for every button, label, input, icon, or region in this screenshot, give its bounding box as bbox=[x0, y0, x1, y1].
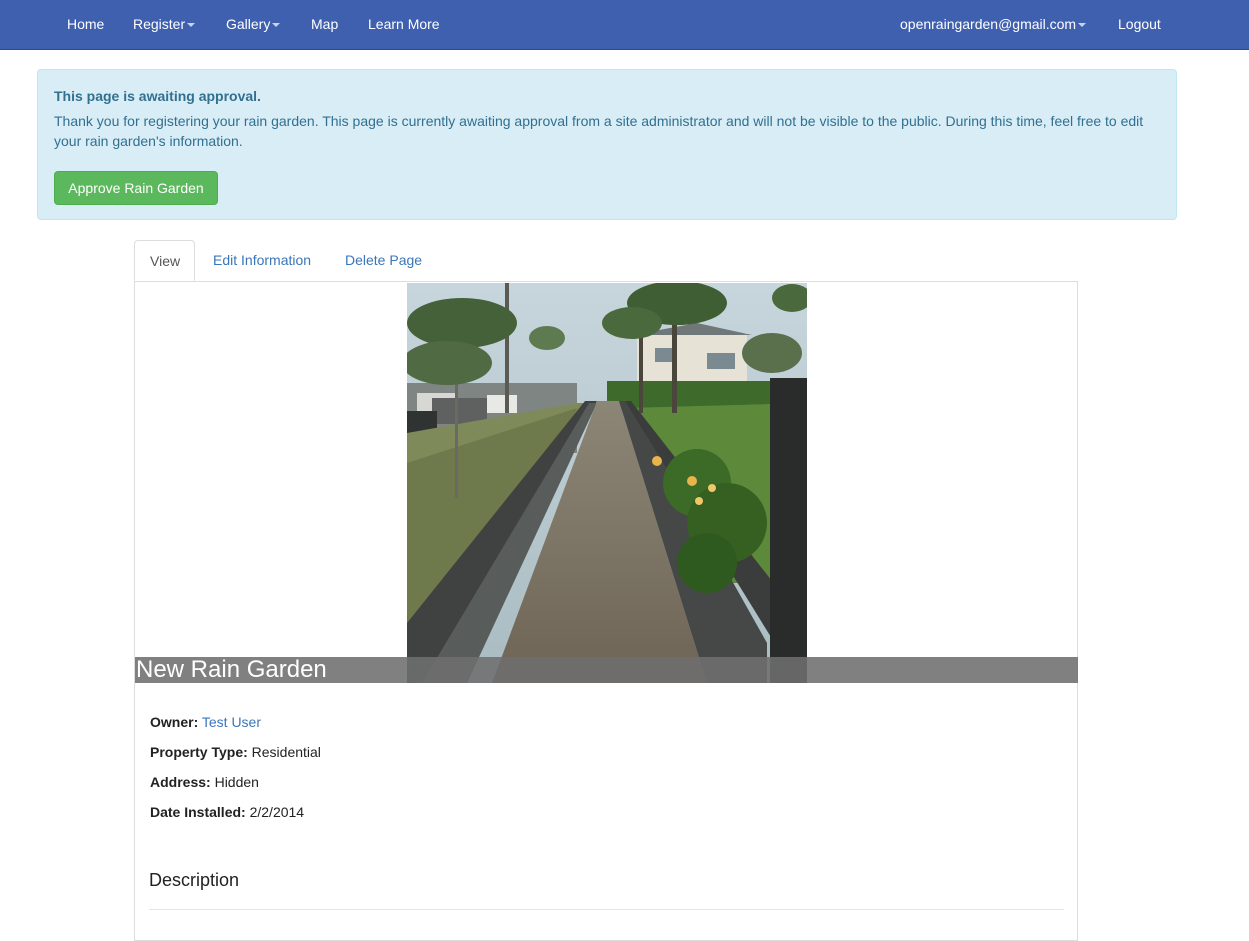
nav-map[interactable]: Map bbox=[311, 0, 338, 49]
tab-delete-page-label: Delete Page bbox=[345, 252, 423, 268]
address-value: Hidden bbox=[214, 774, 259, 790]
approve-rain-garden-button[interactable]: Approve Rain Garden bbox=[54, 171, 218, 205]
property-type-label: Property Type: bbox=[150, 744, 248, 760]
nav-learn-more-label: Learn More bbox=[368, 16, 440, 32]
tab-view-label: View bbox=[150, 253, 181, 269]
logout-label: Logout bbox=[1118, 16, 1161, 32]
tab-edit-information[interactable]: Edit Information bbox=[213, 240, 311, 281]
date-installed-value: 2/2/2014 bbox=[249, 804, 305, 820]
nav-register-label: Register bbox=[133, 16, 186, 32]
tab-view[interactable]: View bbox=[134, 240, 195, 281]
user-email: openraingarden@gmail.com bbox=[900, 16, 1077, 32]
caret-down-icon bbox=[272, 23, 281, 28]
tab-edit-information-label: Edit Information bbox=[213, 252, 312, 268]
date-installed-label: Date Installed: bbox=[150, 804, 246, 820]
address-label: Address: bbox=[150, 774, 211, 790]
property-type-row: Property Type: Residential bbox=[150, 744, 321, 760]
garden-title: New Rain Garden bbox=[136, 656, 327, 683]
address-row: Address: Hidden bbox=[150, 774, 259, 790]
owner-label: Owner: bbox=[150, 714, 199, 730]
caret-down-icon bbox=[187, 23, 196, 28]
user-account-dropdown[interactable]: openraingarden@gmail.com bbox=[900, 0, 1087, 49]
owner-row: Owner: Test User bbox=[150, 714, 261, 730]
nav-home[interactable]: Home bbox=[67, 0, 104, 49]
nav-home-label: Home bbox=[67, 16, 105, 32]
nav-gallery-dropdown[interactable]: Gallery bbox=[226, 0, 281, 49]
caret-down-icon bbox=[1078, 23, 1087, 28]
garden-view-panel: New Rain Garden Owner: Test User Propert… bbox=[134, 281, 1078, 941]
nav-gallery-label: Gallery bbox=[226, 16, 271, 32]
description-heading: Description bbox=[149, 870, 240, 890]
approval-alert: This page is awaiting approval. Thank yo… bbox=[37, 69, 1177, 220]
description-divider bbox=[149, 909, 1064, 910]
nav-register-dropdown[interactable]: Register bbox=[133, 0, 196, 49]
property-type-value: Residential bbox=[251, 744, 321, 760]
nav-map-label: Map bbox=[311, 16, 339, 32]
tab-delete-page[interactable]: Delete Page bbox=[345, 240, 422, 281]
alert-message: Thank you for registering your rain gard… bbox=[54, 113, 1144, 149]
nav-learn-more[interactable]: Learn More bbox=[368, 0, 440, 49]
top-navbar: Home Register Gallery Map Learn More ope… bbox=[0, 0, 1249, 50]
rain-garden-photo bbox=[407, 283, 807, 683]
alert-title: This page is awaiting approval. bbox=[54, 88, 261, 104]
logout-link[interactable]: Logout bbox=[1118, 0, 1161, 49]
date-installed-row: Date Installed: 2/2/2014 bbox=[150, 804, 304, 820]
owner-link[interactable]: Test User bbox=[202, 714, 261, 730]
